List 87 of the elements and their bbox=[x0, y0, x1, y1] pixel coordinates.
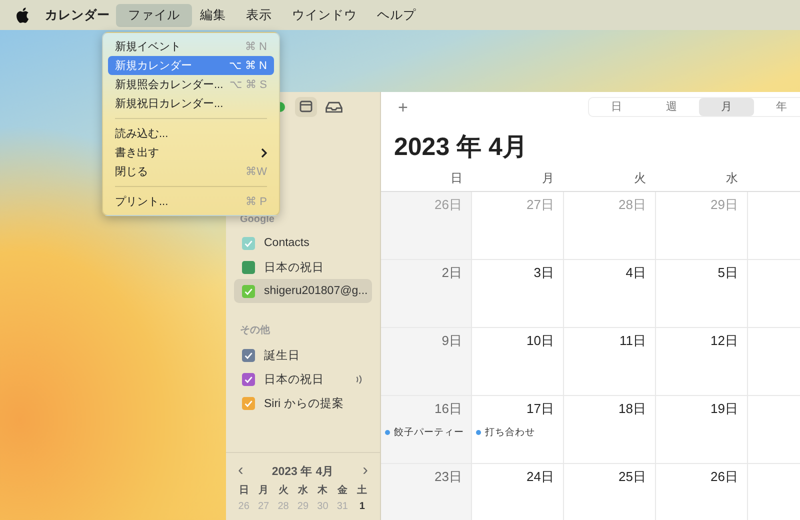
shortcut-label: ⌥ ⌘ S bbox=[230, 78, 267, 91]
group-title: Google bbox=[239, 213, 276, 227]
day-cell[interactable]: 10日 bbox=[472, 328, 564, 396]
day-number: 4日 bbox=[626, 264, 647, 282]
app-name: カレンダー bbox=[45, 6, 110, 24]
checkbox[interactable] bbox=[242, 372, 255, 386]
day-number: 26日 bbox=[710, 468, 739, 486]
weekday-label: 日 bbox=[238, 484, 250, 497]
view-tab[interactable]: 週 bbox=[644, 98, 699, 116]
calendar-list-item[interactable]: shigeru201807@g... bbox=[234, 279, 372, 303]
day-number: 28日 bbox=[618, 196, 647, 214]
menu-item[interactable]: 書き出す bbox=[108, 143, 274, 162]
calendar-list-item[interactable]: Siri からの提案 bbox=[234, 391, 372, 415]
menu-item[interactable]: 新規照会カレンダー... ⌥ ⌘ S bbox=[108, 75, 274, 94]
day-number: 24日 bbox=[526, 468, 555, 486]
day-cell[interactable]: 18日 bbox=[564, 396, 656, 464]
menu-item[interactable]: 読み込む... bbox=[108, 124, 274, 143]
calendar-list-item[interactable]: 誕生日 bbox=[234, 343, 372, 367]
calendar-list-item[interactable]: 日本の祝日 bbox=[234, 367, 372, 391]
weekday-label: 土 bbox=[356, 484, 368, 497]
shortcut-label: ⌘W bbox=[246, 165, 267, 178]
menu-item[interactable]: プリント... ⌘ P bbox=[108, 192, 274, 211]
day-number: 27日 bbox=[526, 196, 555, 214]
checkbox[interactable] bbox=[242, 260, 255, 274]
day-cell[interactable]: 5日 bbox=[656, 260, 748, 328]
day-cell[interactable]: 4日 bbox=[564, 260, 656, 328]
day-cell[interactable]: 3日 bbox=[472, 260, 564, 328]
day-number: 26日 bbox=[434, 196, 463, 214]
weekday-label: 水 bbox=[296, 484, 309, 497]
add-event-button[interactable]: + bbox=[398, 98, 408, 116]
weekday-label: 金 bbox=[336, 484, 348, 497]
next-month-button[interactable]: › bbox=[362, 463, 368, 479]
day-number: 18日 bbox=[618, 400, 647, 418]
day-number: 11日 bbox=[620, 332, 647, 350]
day-number: 9日 bbox=[442, 332, 463, 350]
checkbox[interactable] bbox=[242, 348, 255, 362]
day-number: 25日 bbox=[618, 468, 647, 486]
day-cell[interactable]: 11日 bbox=[564, 328, 656, 396]
day-number: 23日 bbox=[434, 468, 463, 486]
menu-item[interactable]: 新規イベント ⌘ N bbox=[108, 37, 274, 56]
shortcut-label: ⌥ ⌘ N bbox=[228, 59, 267, 72]
day-number: 10日 bbox=[526, 332, 555, 350]
day-number: 16日 bbox=[434, 400, 463, 418]
day-number: 2日 bbox=[442, 264, 463, 282]
day-cell[interactable]: 12日 bbox=[656, 328, 748, 396]
calendar-list-item[interactable]: Contacts bbox=[234, 231, 372, 255]
mini-calendar-title: 2023 年 4月 bbox=[272, 464, 334, 478]
weekday-header: 水 bbox=[725, 170, 739, 187]
event-title: 打ち合わせ bbox=[485, 426, 535, 439]
calendar-event[interactable]: 打ち合わせ bbox=[476, 426, 558, 439]
shortcut-label: ⌘ P bbox=[246, 195, 267, 208]
day-number: 29日 bbox=[710, 196, 739, 214]
weekday-label: 木 bbox=[316, 484, 329, 497]
day-cell[interactable]: 23日 bbox=[381, 464, 472, 520]
group-title: その他 bbox=[239, 324, 271, 338]
weekday-label: 月 bbox=[258, 484, 270, 497]
day-number: 5日 bbox=[718, 264, 739, 282]
view-tab[interactable]: 月 bbox=[698, 98, 754, 116]
chevron-right-icon bbox=[261, 148, 267, 158]
previous-month-button[interactable]: ‹ bbox=[238, 463, 244, 479]
shortcut-label: ⌘ N bbox=[245, 40, 267, 53]
day-number: 12日 bbox=[710, 332, 739, 350]
weekday-label: 火 bbox=[277, 484, 290, 497]
mini-calendar-day[interactable]: 1 bbox=[352, 501, 372, 512]
weekday-header: 火 bbox=[633, 170, 647, 187]
day-cell[interactable]: 2日 bbox=[381, 260, 472, 328]
view-tab[interactable]: 年 bbox=[754, 98, 800, 116]
checkbox[interactable] bbox=[242, 284, 255, 298]
menu-item[interactable]: ファイル bbox=[116, 4, 192, 26]
weekday-header: 日 bbox=[450, 170, 464, 187]
apple-logo-icon[interactable] bbox=[16, 7, 29, 23]
calendar-list-icon[interactable] bbox=[295, 97, 317, 117]
day-cell[interactable]: 19日 bbox=[656, 396, 748, 464]
menu-item[interactable]: 閉じる ⌘W bbox=[108, 162, 274, 181]
day-cell[interactable]: 16日 餃子パーティー bbox=[381, 396, 472, 464]
menu-item[interactable]: 新規祝日カレンダー... bbox=[108, 94, 274, 113]
day-cell[interactable]: 9日 bbox=[381, 328, 472, 396]
weekday-header: 月 bbox=[541, 170, 555, 187]
month-title: 2023 年 4月 bbox=[393, 132, 528, 163]
day-number: 19日 bbox=[710, 400, 739, 418]
day-number: 17日 bbox=[526, 400, 555, 418]
day-number: 3日 bbox=[534, 264, 555, 282]
checkbox[interactable] bbox=[242, 396, 255, 410]
calendar-list-item[interactable]: 日本の祝日 bbox=[234, 255, 372, 279]
checkbox[interactable] bbox=[242, 236, 255, 250]
view-tab[interactable]: 日 bbox=[588, 98, 644, 116]
day-cell[interactable]: 17日 打ち合わせ bbox=[472, 396, 564, 464]
